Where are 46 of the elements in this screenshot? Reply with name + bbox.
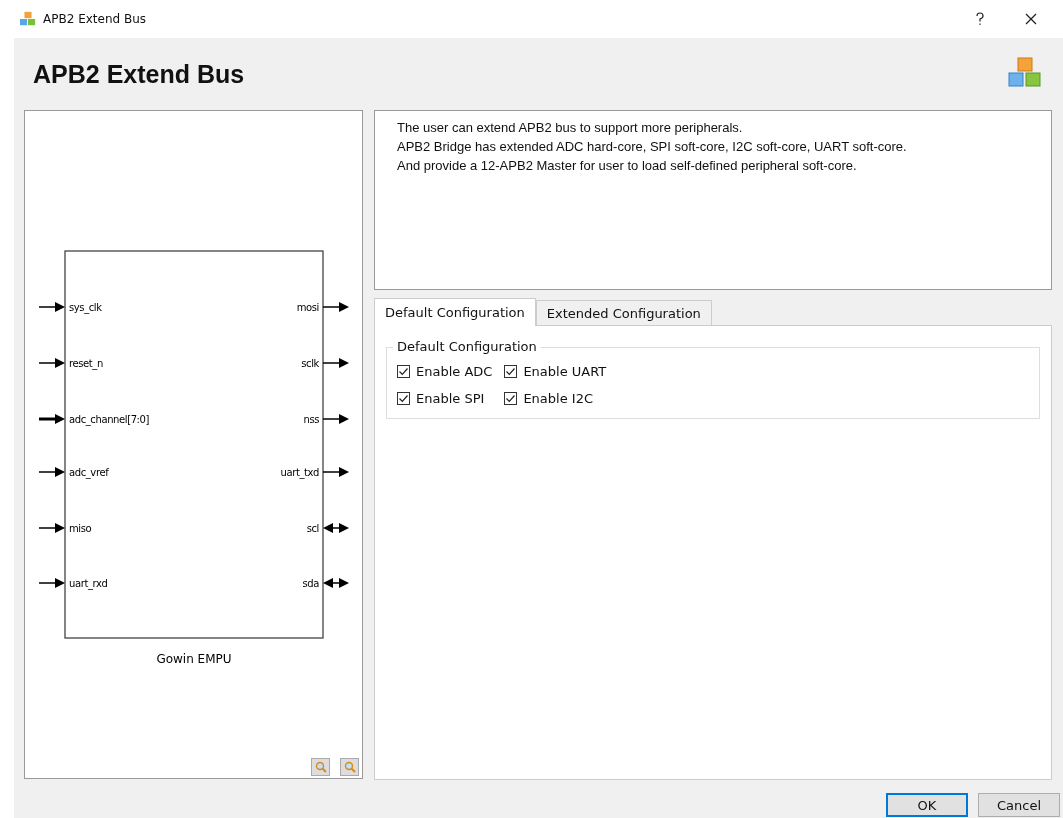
checkbox[interactable]	[504, 365, 518, 378]
port-label: adc_vref	[69, 467, 109, 478]
input-arrow	[38, 358, 65, 368]
description-text: The user can extend APB2 bus to support more peripherals.	[397, 119, 744, 137]
checkbox-option[interactable]: Enable I2C	[504, 391, 607, 406]
close-icon[interactable]	[1025, 13, 1037, 25]
description-text: And provide a 12-APB2 Master for user to load self-defined peripheral soft-core.	[397, 157, 858, 175]
dialog-button[interactable]: Cancel	[978, 793, 1060, 817]
port-label: adc_channel[7:0]	[69, 414, 150, 425]
description-text: APB2 Bridge has extended ADC hard-core, SPI soft-core, I2C soft-core, UART soft-core.	[397, 138, 908, 156]
port-label: reset_n	[69, 358, 103, 369]
cubes-icon	[19, 11, 37, 27]
output-arrow	[322, 302, 349, 312]
port-label: uart_txd	[280, 467, 319, 478]
output-arrow	[322, 414, 349, 424]
block-caption: Gowin EMPU	[156, 652, 232, 666]
window-title: APB2 Extend Bus	[43, 12, 147, 26]
output-arrow	[322, 467, 349, 477]
checkbox[interactable]	[397, 365, 410, 378]
tab[interactable]: Extended Configuration	[535, 300, 712, 325]
tab[interactable]: Default Configuration	[374, 298, 536, 326]
help-icon[interactable]	[975, 12, 985, 26]
input-arrow	[38, 578, 65, 588]
bidirectional-arrow	[323, 578, 349, 588]
checkbox[interactable]	[504, 392, 518, 405]
port-label: miso	[69, 523, 92, 534]
port-label: sys_clk	[69, 302, 102, 313]
output-arrow	[322, 358, 349, 368]
port-label: nss	[303, 414, 319, 425]
port-label: scl	[306, 523, 319, 534]
checkbox[interactable]	[397, 392, 410, 405]
checkbox-option[interactable]: Enable UART	[504, 364, 607, 379]
bidirectional-arrow	[323, 523, 349, 533]
input-arrow	[39, 414, 65, 424]
dialog-heading: APB2 Extend Bus	[33, 59, 245, 89]
port-label: sda	[302, 578, 319, 589]
checkbox-option[interactable]: Enable ADC	[397, 364, 493, 379]
port-label: uart_rxd	[69, 578, 108, 589]
checkbox-option[interactable]: Enable SPI	[397, 391, 493, 406]
port-label: sclk	[301, 358, 319, 369]
input-arrow	[38, 523, 65, 533]
input-arrow	[38, 467, 65, 477]
input-arrow	[38, 302, 65, 312]
dialog-button[interactable]: OK	[886, 793, 968, 817]
port-label: mosi	[296, 302, 319, 313]
group-title: Default Configuration	[393, 339, 541, 354]
